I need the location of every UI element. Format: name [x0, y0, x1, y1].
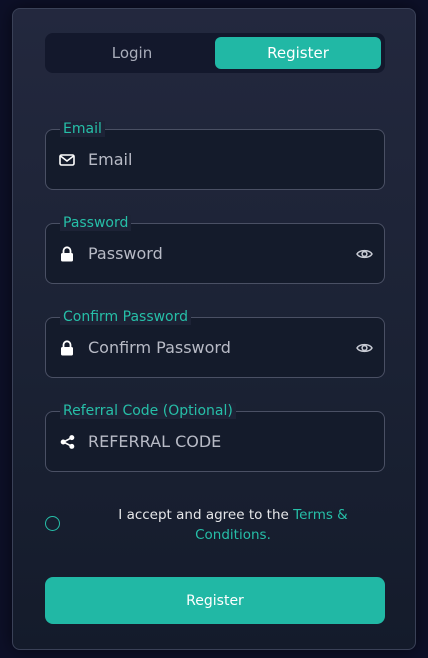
password-input[interactable] [88, 241, 338, 266]
eye-icon[interactable] [355, 247, 373, 261]
referral-code-label: Referral Code (Optional) [60, 403, 236, 419]
terms-text: I accept and agree to the Terms & Condit… [93, 505, 373, 545]
terms-prefix: I accept and agree to the [118, 507, 294, 523]
envelope-icon [59, 152, 75, 168]
auth-tabs: Login Register [45, 33, 385, 73]
email-field: Email [45, 121, 385, 190]
tab-login[interactable]: Login [49, 37, 215, 69]
share-icon [59, 434, 75, 450]
referral-code-input[interactable] [88, 429, 338, 454]
tab-register[interactable]: Register [215, 37, 381, 69]
lock-icon [59, 339, 75, 356]
password-field: Password [45, 215, 385, 284]
password-label: Password [60, 215, 132, 231]
email-input[interactable] [88, 147, 338, 172]
register-button[interactable]: Register [45, 577, 385, 624]
register-card: Login Register Email Password [12, 8, 416, 650]
confirm-password-field: Confirm Password [45, 309, 385, 378]
eye-icon[interactable] [355, 341, 373, 355]
email-label: Email [60, 121, 105, 137]
referral-code-field: Referral Code (Optional) [45, 403, 385, 472]
lock-icon [59, 245, 75, 262]
terms-checkbox[interactable] [45, 516, 60, 531]
confirm-password-input[interactable] [88, 335, 338, 360]
terms-row: I accept and agree to the Terms & Condit… [45, 505, 385, 545]
confirm-password-label: Confirm Password [60, 309, 192, 325]
